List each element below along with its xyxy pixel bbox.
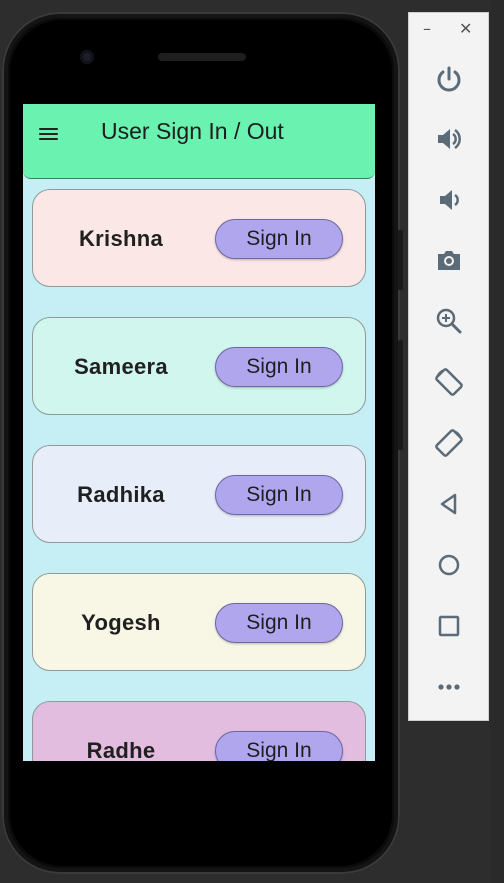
volume-up-icon[interactable]: [429, 119, 469, 159]
front-camera: [80, 50, 94, 64]
menu-icon[interactable]: [39, 124, 61, 144]
volume-down-icon[interactable]: [429, 180, 469, 220]
sign-in-button[interactable]: Sign In: [215, 347, 343, 387]
back-icon[interactable]: [429, 484, 469, 524]
user-card: Sameera Sign In: [32, 317, 366, 415]
rotate-right-icon[interactable]: [429, 423, 469, 463]
user-card: Radhika Sign In: [32, 445, 366, 543]
close-button[interactable]: ✕: [459, 21, 475, 37]
rotate-left-icon[interactable]: [429, 362, 469, 402]
user-name: Sameera: [74, 354, 168, 379]
power-icon[interactable]: [429, 59, 469, 99]
sign-in-button[interactable]: Sign In: [215, 603, 343, 643]
zoom-icon[interactable]: [429, 301, 469, 341]
user-name: Yogesh: [81, 610, 161, 635]
phone-side-key: [398, 340, 403, 450]
app-title: User Sign In / Out: [101, 118, 284, 144]
user-card: Yogesh Sign In: [32, 573, 366, 671]
minimize-button[interactable]: –: [423, 21, 437, 37]
user-card: Krishna Sign In: [32, 189, 366, 287]
user-name: Krishna: [78, 226, 163, 251]
sign-in-button[interactable]: Sign In: [215, 475, 343, 515]
toolbar-window-controls: – ✕: [409, 13, 490, 49]
sign-in-button[interactable]: Sign In: [215, 731, 343, 761]
camera-icon[interactable]: [429, 240, 469, 280]
overview-icon[interactable]: [429, 606, 469, 646]
earpiece-speaker: [158, 53, 246, 61]
app-bar: User Sign In / Out: [23, 104, 375, 179]
app-screen: User Sign In / Out Krishna Sign In Samee…: [23, 104, 375, 761]
emulator-toolbar: – ✕: [408, 12, 489, 721]
more-icon[interactable]: [429, 667, 469, 707]
user-name: Radhika: [77, 482, 165, 507]
sign-in-button[interactable]: Sign In: [215, 219, 343, 259]
user-name: Radhe: [86, 738, 156, 761]
home-icon[interactable]: [429, 545, 469, 585]
phone-volume-key: [398, 230, 403, 290]
user-card: Radhe Sign In: [32, 701, 366, 761]
emulator-background-right: [490, 0, 504, 883]
